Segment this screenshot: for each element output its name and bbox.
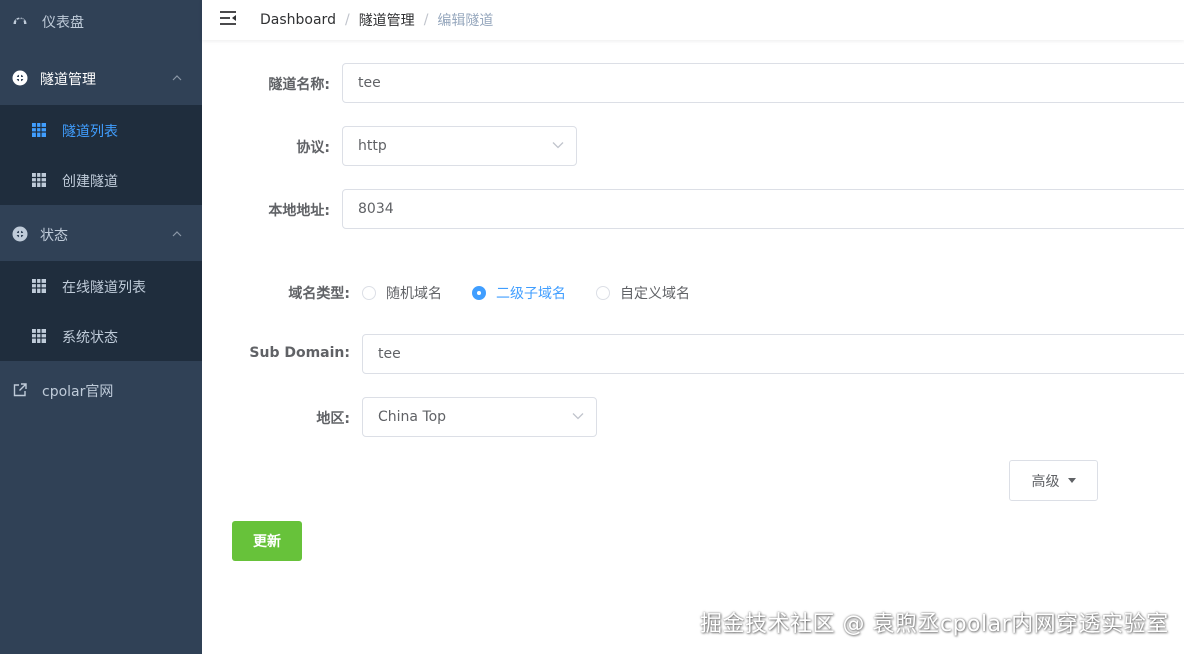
radio-circle	[596, 286, 610, 300]
radio-random-domain[interactable]: 随机域名	[362, 283, 442, 303]
sidebar-item-create-tunnel[interactable]: 创建隧道	[0, 155, 202, 205]
breadcrumb-separator: /	[423, 12, 429, 28]
update-button[interactable]: 更新	[232, 521, 302, 561]
sidebar-item-label: 隧道管理	[40, 72, 96, 88]
submenu-status: 在线隧道列表 系统状态	[0, 261, 202, 361]
radio-circle	[362, 286, 376, 300]
domain-type-label: 域名类型:	[288, 286, 350, 302]
radio-label: 随机域名	[386, 286, 442, 302]
radio-label: 二级子域名	[496, 286, 566, 302]
caret-down-icon	[1067, 478, 1076, 483]
app-root: 仪表盘 隧道管理 隧道列表 创建隧道 状态 在线隧道列表 系统状态 cpolar…	[0, 0, 1184, 654]
radio-circle	[472, 286, 486, 300]
tunnel-name-label: 隧道名称:	[268, 77, 330, 93]
tunnel-name-value: tee	[358, 75, 381, 91]
chevron-up-icon	[172, 231, 182, 237]
local-address-input[interactable]: 8034	[342, 189, 1184, 229]
table-icon	[32, 173, 46, 187]
sidebar-item-label: 系统状态	[62, 330, 118, 346]
hamburger-icon[interactable]	[219, 9, 237, 27]
protocol-label: 协议:	[296, 140, 330, 156]
table-icon	[32, 279, 46, 293]
region-label: 地区:	[316, 411, 350, 427]
breadcrumb-separator: /	[344, 12, 350, 28]
table-icon	[32, 329, 46, 343]
radio-subdomain[interactable]: 二级子域名	[472, 283, 566, 303]
sidebar-item-label: 状态	[40, 228, 68, 244]
breadcrumb-tunnel-mgmt[interactable]: 隧道管理	[359, 10, 415, 30]
sidebar-item-label: cpolar官网	[42, 384, 114, 400]
sidebar: 仪表盘 隧道管理 隧道列表 创建隧道 状态 在线隧道列表 系统状态 cpolar…	[0, 0, 202, 654]
sidebar-submenu-tunnel-mgmt[interactable]: 隧道管理	[0, 56, 202, 100]
sidebar-item-online-tunnels[interactable]: 在线隧道列表	[0, 261, 202, 311]
tunnel-name-input[interactable]: tee	[342, 63, 1184, 103]
chevron-down-icon	[552, 142, 564, 149]
local-address-label: 本地地址:	[268, 203, 330, 219]
sidebar-item-tunnel-list[interactable]: 隧道列表	[0, 105, 202, 155]
sidebar-submenu-status[interactable]: 状态	[0, 212, 202, 256]
watermark: 掘金技术社区 @ 袁煦丞cpolar内网穿透实验室	[700, 612, 1169, 637]
breadcrumb-edit-tunnel: 编辑隧道	[437, 13, 494, 29]
speedometer-icon	[12, 13, 28, 29]
external-link-icon	[12, 382, 28, 398]
chevron-up-icon	[172, 75, 182, 81]
chevron-down-icon	[572, 413, 584, 420]
top-navbar: Dashboard / 隧道管理 / 编辑隧道	[202, 0, 1184, 40]
plus-circle-icon	[12, 70, 28, 86]
radio-custom-domain[interactable]: 自定义域名	[596, 283, 690, 303]
breadcrumb: Dashboard / 隧道管理 / 编辑隧道	[260, 10, 493, 30]
sidebar-item-label: 仪表盘	[42, 15, 84, 31]
advanced-label: 高级	[1031, 473, 1060, 490]
region-select[interactable]: China Top	[362, 397, 597, 437]
table-icon	[32, 123, 46, 137]
sidebar-item-label: 在线隧道列表	[62, 280, 146, 296]
advanced-button[interactable]: 高级	[1009, 460, 1098, 501]
plus-circle-icon	[12, 226, 28, 242]
sidebar-item-label: 创建隧道	[62, 174, 118, 190]
protocol-value: http	[358, 138, 387, 154]
sidebar-item-system-status[interactable]: 系统状态	[0, 311, 202, 361]
submenu-tunnel-mgmt: 隧道列表 创建隧道	[0, 105, 202, 205]
sub-domain-value: tee	[378, 346, 401, 362]
sidebar-item-website[interactable]: cpolar官网	[0, 368, 202, 412]
sub-domain-label: Sub Domain:	[249, 345, 350, 361]
protocol-select[interactable]: http	[342, 126, 577, 166]
update-label: 更新	[253, 534, 281, 550]
radio-label: 自定义域名	[620, 286, 690, 302]
sub-domain-input[interactable]: tee	[362, 334, 1184, 374]
local-address-value: 8034	[358, 201, 394, 217]
breadcrumb-dashboard[interactable]: Dashboard	[260, 12, 336, 28]
sidebar-item-dashboard[interactable]: 仪表盘	[0, 0, 202, 42]
region-value: China Top	[378, 409, 447, 425]
sidebar-item-label: 隧道列表	[62, 124, 118, 140]
